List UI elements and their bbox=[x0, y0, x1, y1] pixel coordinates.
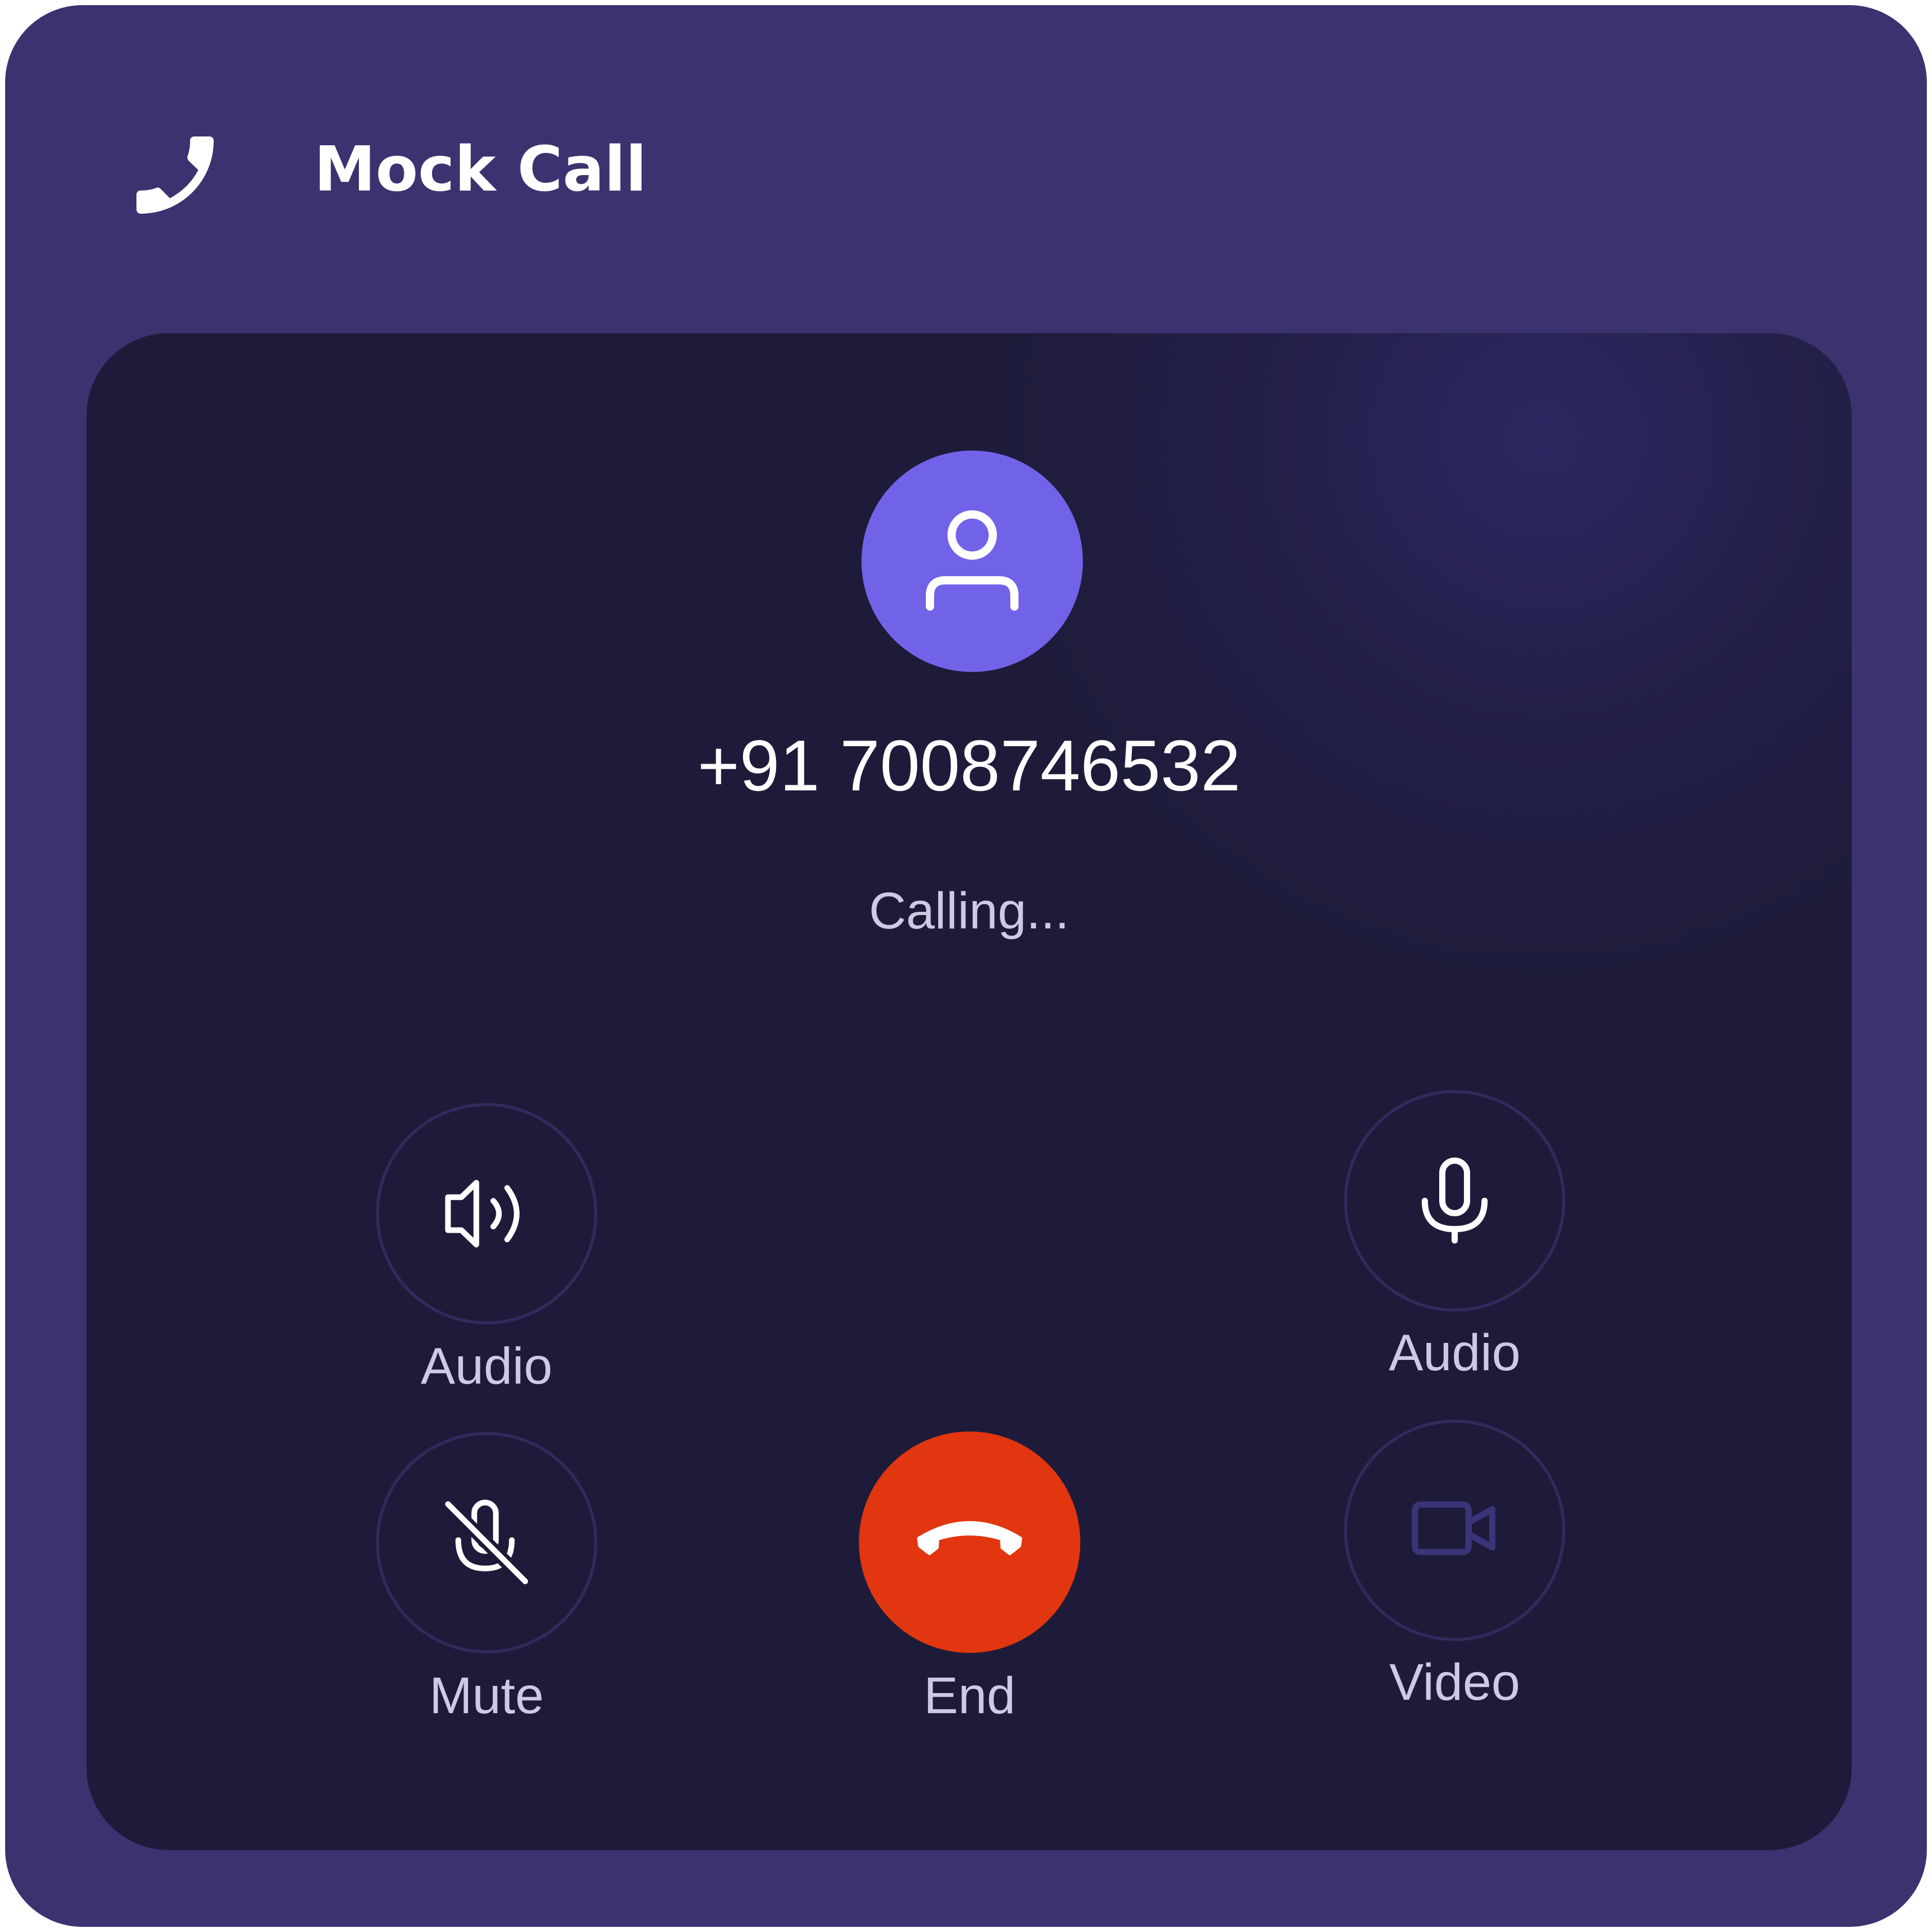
call-status: Calling... bbox=[869, 882, 1070, 940]
video-label: Video bbox=[1389, 1653, 1520, 1711]
user-icon bbox=[926, 510, 1019, 611]
hang-up-icon bbox=[917, 1521, 1022, 1555]
microphone-icon bbox=[1422, 1158, 1488, 1244]
speaker-label: Audio bbox=[421, 1337, 553, 1395]
mute-label: Mute bbox=[429, 1667, 544, 1724]
microphone-button[interactable] bbox=[1344, 1090, 1565, 1312]
speaker-button[interactable] bbox=[376, 1103, 597, 1324]
app-title: Mock Call bbox=[314, 134, 647, 205]
mute-button[interactable] bbox=[376, 1432, 597, 1653]
microphone-off-icon bbox=[441, 1497, 532, 1588]
call-window: Mock Call +91 7008746532 Calling... Audi… bbox=[5, 5, 1927, 1927]
phone-icon bbox=[124, 124, 227, 227]
video-button[interactable] bbox=[1344, 1420, 1565, 1641]
microphone-label: Audio bbox=[1389, 1324, 1521, 1382]
end-call-button[interactable] bbox=[859, 1431, 1080, 1653]
call-panel: +91 7008746532 Calling... Audio Audio Mu… bbox=[87, 333, 1852, 1850]
contact-avatar bbox=[861, 451, 1083, 672]
phone-number: +91 7008746532 bbox=[697, 725, 1241, 806]
speaker-icon bbox=[445, 1180, 520, 1248]
video-camera-icon bbox=[1412, 1502, 1495, 1555]
end-call-label: End bbox=[924, 1667, 1015, 1724]
